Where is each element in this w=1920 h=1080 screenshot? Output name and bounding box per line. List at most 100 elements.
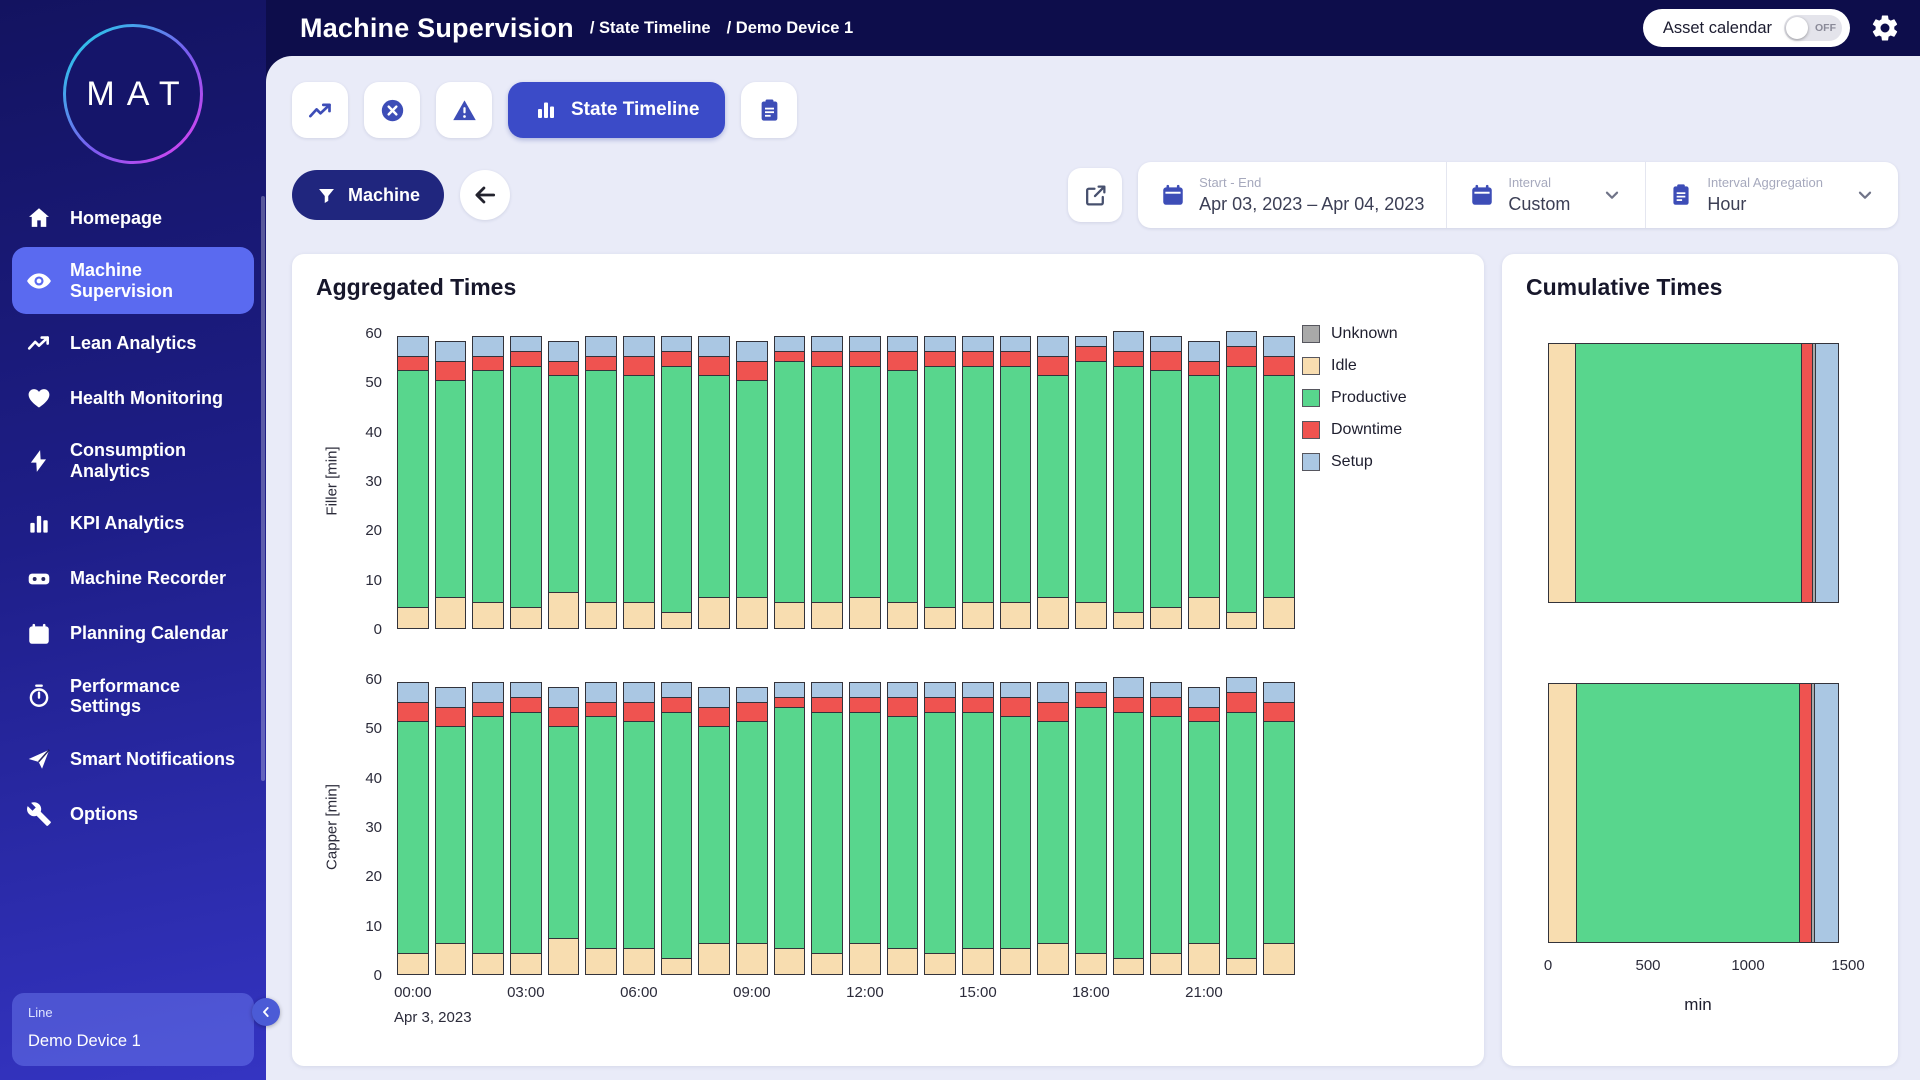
machine-filter-button[interactable]: Machine bbox=[292, 170, 444, 220]
segment-setup bbox=[1038, 683, 1068, 703]
filter-field-interval[interactable]: IntervalCustom bbox=[1446, 162, 1645, 228]
logo: MAT bbox=[0, 0, 266, 186]
stacked-bar-filler-17:00[interactable] bbox=[1037, 336, 1069, 629]
stacked-bar-capper-03:00[interactable] bbox=[510, 682, 542, 975]
sidebar-item-homepage[interactable]: Homepage bbox=[12, 192, 254, 244]
stacked-bar-capper-18:00[interactable] bbox=[1075, 682, 1107, 975]
stacked-bar-capper-06:00[interactable] bbox=[623, 682, 655, 975]
stacked-bar-filler-21:00[interactable] bbox=[1188, 341, 1220, 629]
stacked-bar-capper-17:00[interactable] bbox=[1037, 682, 1069, 975]
stacked-bar-filler-16:00[interactable] bbox=[1000, 336, 1032, 629]
stacked-bar-filler-08:00[interactable] bbox=[698, 336, 730, 629]
stacked-bar-filler-00:00[interactable] bbox=[397, 336, 429, 629]
calendar-icon bbox=[1469, 182, 1495, 208]
sidebar-item-planning-calendar[interactable]: Planning Calendar bbox=[12, 608, 254, 660]
legend-item-idle[interactable]: Idle bbox=[1302, 357, 1460, 375]
tab-button-cancel[interactable] bbox=[364, 82, 420, 138]
stacked-bar-filler-11:00[interactable] bbox=[811, 336, 843, 629]
legend-item-setup[interactable]: Setup bbox=[1302, 453, 1460, 471]
sidebar-item-machine-supervision[interactable]: Machine Supervision bbox=[12, 247, 254, 314]
legend-item-unknown[interactable]: Unknown bbox=[1302, 325, 1460, 343]
stacked-bar-capper-15:00[interactable] bbox=[962, 682, 994, 975]
tab-button-trend[interactable] bbox=[292, 82, 348, 138]
legend-item-productive[interactable]: Productive bbox=[1302, 389, 1460, 407]
stacked-bar-filler-04:00[interactable] bbox=[548, 341, 580, 629]
segment-productive bbox=[1076, 708, 1106, 955]
cumulative-bar-filler[interactable] bbox=[1548, 343, 1839, 603]
legend-item-downtime[interactable]: Downtime bbox=[1302, 421, 1460, 439]
stacked-bar-filler-20:00[interactable] bbox=[1150, 336, 1182, 629]
stacked-bar-filler-22:00[interactable] bbox=[1226, 331, 1258, 629]
stacked-bar-capper-09:00[interactable] bbox=[736, 687, 768, 975]
device-card[interactable]: Line Demo Device 1 bbox=[12, 993, 254, 1066]
stacked-bar-filler-07:00[interactable] bbox=[661, 336, 693, 629]
stacked-bar-filler-06:00[interactable] bbox=[623, 336, 655, 629]
stacked-bar-filler-23:00[interactable] bbox=[1263, 336, 1295, 629]
cumulative-bar-capper[interactable] bbox=[1548, 683, 1839, 943]
stacked-bar-filler-13:00[interactable] bbox=[887, 336, 919, 629]
export-button[interactable] bbox=[1068, 168, 1122, 222]
stacked-bar-capper-22:00[interactable] bbox=[1226, 677, 1258, 975]
stacked-bar-capper-23:00[interactable] bbox=[1263, 682, 1295, 975]
filter-field-interval-aggregation[interactable]: Interval AggregationHour bbox=[1645, 162, 1898, 228]
stacked-bar-filler-14:00[interactable] bbox=[924, 336, 956, 629]
sidebar-item-lean-analytics[interactable]: Lean Analytics bbox=[12, 317, 254, 369]
tab-state-timeline[interactable]: State Timeline bbox=[508, 82, 725, 138]
capper-chart: Capper [min]0102030405060 bbox=[316, 679, 1298, 975]
stacked-bar-capper-19:00[interactable] bbox=[1113, 677, 1145, 975]
stacked-bar-capper-04:00[interactable] bbox=[548, 687, 580, 975]
stacked-bar-filler-01:00[interactable] bbox=[435, 341, 467, 629]
stacked-bar-capper-02:00[interactable] bbox=[472, 682, 504, 975]
stacked-bar-filler-05:00[interactable] bbox=[585, 336, 617, 629]
y-tick-label: 0 bbox=[374, 621, 382, 638]
x-tick-label: 0 bbox=[1544, 957, 1552, 974]
stacked-bar-filler-12:00[interactable] bbox=[849, 336, 881, 629]
stacked-bar-capper-20:00[interactable] bbox=[1150, 682, 1182, 975]
stacked-bar-capper-13:00[interactable] bbox=[887, 682, 919, 975]
asset-calendar-pill[interactable]: Asset calendar OFF bbox=[1643, 9, 1850, 47]
back-button[interactable] bbox=[460, 170, 510, 220]
stacked-bar-capper-11:00[interactable] bbox=[811, 682, 843, 975]
stacked-bar-capper-07:00[interactable] bbox=[661, 682, 693, 975]
sidebar-item-performance-settings[interactable]: Performance Settings bbox=[12, 663, 254, 730]
stacked-bar-filler-19:00[interactable] bbox=[1113, 331, 1145, 629]
sidebar-item-label: Machine Supervision bbox=[70, 260, 240, 301]
stacked-bar-filler-03:00[interactable] bbox=[510, 336, 542, 629]
stacked-bar-capper-00:00[interactable] bbox=[397, 682, 429, 975]
asset-calendar-toggle[interactable]: OFF bbox=[1784, 15, 1842, 41]
stacked-bar-capper-12:00[interactable] bbox=[849, 682, 881, 975]
stacked-bar-filler-10:00[interactable] bbox=[774, 336, 806, 629]
tab-button-warning[interactable] bbox=[436, 82, 492, 138]
segment-productive bbox=[586, 371, 616, 603]
stacked-bar-capper-08:00[interactable] bbox=[698, 687, 730, 975]
stacked-bar-filler-02:00[interactable] bbox=[472, 336, 504, 629]
sidebar-scrollbar[interactable] bbox=[261, 196, 265, 781]
segment-downtime bbox=[850, 698, 880, 713]
stacked-bar-capper-16:00[interactable] bbox=[1000, 682, 1032, 975]
cumulative-times-title: Cumulative Times bbox=[1526, 274, 1874, 301]
tab-button-clipboard[interactable] bbox=[741, 82, 797, 138]
sidebar-item-consumption-analytics[interactable]: Consumption Analytics bbox=[12, 427, 254, 494]
settings-gear-icon[interactable] bbox=[1870, 13, 1900, 43]
segment-setup bbox=[1114, 678, 1144, 698]
stacked-bar-filler-09:00[interactable] bbox=[736, 341, 768, 629]
stacked-bar-capper-14:00[interactable] bbox=[924, 682, 956, 975]
stacked-bar-filler-15:00[interactable] bbox=[962, 336, 994, 629]
sidebar-item-kpi-analytics[interactable]: KPI Analytics bbox=[12, 498, 254, 550]
sidebar-item-smart-notifications[interactable]: Smart Notifications bbox=[12, 733, 254, 785]
segment-idle bbox=[699, 944, 729, 974]
sidebar-item-health-monitoring[interactable]: Health Monitoring bbox=[12, 372, 254, 424]
sidebar-item-machine-recorder[interactable]: Machine Recorder bbox=[12, 553, 254, 605]
filter-field-start-end[interactable]: Start - EndApr 03, 2023 – Apr 04, 2023 bbox=[1138, 162, 1446, 228]
stacked-bar-capper-01:00[interactable] bbox=[435, 687, 467, 975]
sidebar-item-options[interactable]: Options bbox=[12, 788, 254, 840]
sidebar-collapse-button[interactable] bbox=[252, 998, 280, 1026]
stacked-bar-capper-05:00[interactable] bbox=[585, 682, 617, 975]
segment-setup bbox=[699, 688, 729, 708]
legend-label: Idle bbox=[1331, 357, 1357, 375]
stacked-bar-filler-18:00[interactable] bbox=[1075, 336, 1107, 629]
stacked-bar-capper-21:00[interactable] bbox=[1188, 687, 1220, 975]
x-axis-date-label: Apr 3, 2023 bbox=[394, 1009, 472, 1026]
y-axis-title: Filler [min] bbox=[324, 446, 341, 515]
stacked-bar-capper-10:00[interactable] bbox=[774, 682, 806, 975]
